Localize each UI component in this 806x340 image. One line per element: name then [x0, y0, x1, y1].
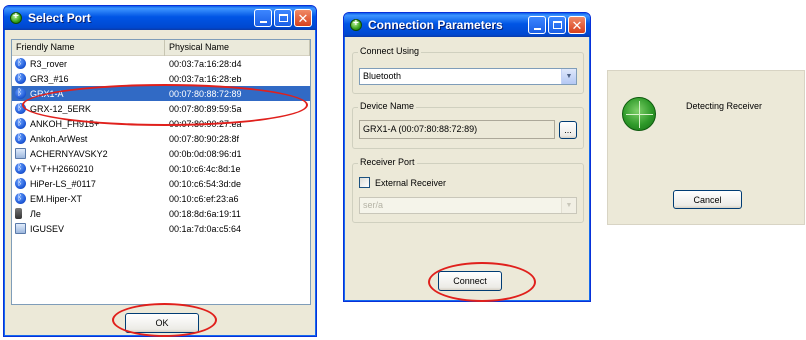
bluetooth-icon: [15, 88, 26, 99]
friendly-name-text: ACHERNYAVSKY2: [30, 148, 108, 159]
bluetooth-icon: [15, 178, 26, 189]
physical-name-cell: 00:03:7a:16:28:d4: [168, 58, 242, 69]
table-row[interactable]: Ankoh.ArWest 00:07:80:90:28:8f: [12, 131, 310, 146]
friendly-name-cell: ACHERNYAVSKY2: [12, 148, 165, 159]
chevron-down-icon: ▼: [561, 198, 576, 213]
port-list[interactable]: Friendly Name Physical Name R3_rover 00:0…: [11, 39, 311, 305]
physical-name-cell: 00:18:8d:6a:19:11: [168, 208, 241, 219]
friendly-name-cell: GR3_#16: [12, 73, 165, 84]
app-icon: [10, 11, 22, 24]
bluetooth-icon: [15, 73, 26, 84]
friendly-name-cell: V+T+H2660210: [12, 163, 165, 174]
friendly-name-cell: IGUSEV: [12, 223, 165, 234]
receiver-port-select: ser/a ▼: [359, 197, 577, 214]
close-icon: ✕: [571, 17, 583, 33]
table-row[interactable]: V+T+H2660210 00:10:c6:4c:8d:1e: [12, 161, 310, 176]
maximize-button[interactable]: [548, 16, 566, 34]
select-port-window: Select Port ✕ Friendly Name Physical Nam…: [3, 5, 317, 337]
checkbox-box[interactable]: [359, 177, 370, 188]
table-row[interactable]: ACHERNYAVSKY2 00:0b:0d:08:96:d1: [12, 146, 310, 161]
friendly-name-cell: Лe: [12, 208, 165, 219]
table-row[interactable]: IGUSEV 00:1a:7d:0a:c5:64: [12, 221, 310, 236]
phone-icon: [15, 208, 22, 219]
physical-name-cell: 00:10:c6:4c:8d:1e: [168, 163, 241, 174]
physical-name-cell: 00:0b:0d:08:96:d1: [168, 148, 242, 159]
window-title: Connection Parameters: [368, 18, 503, 32]
window-title: Select Port: [28, 11, 91, 25]
physical-name-cell: 00:1a:7d:0a:c5:64: [168, 223, 242, 234]
column-header-physical-name[interactable]: Physical Name: [165, 40, 310, 56]
bluetooth-icon: [15, 163, 26, 174]
computer-icon: [15, 223, 26, 234]
receiver-port-value: ser/a: [363, 200, 384, 210]
receiver-icon: [622, 97, 656, 131]
friendly-name-text: GR3_#16: [30, 73, 69, 84]
list-header: Friendly Name Physical Name: [12, 40, 310, 56]
bluetooth-icon: [15, 193, 26, 204]
physical-name-cell: 00:03:7a:16:28:eb: [168, 73, 242, 84]
highlight-selected-row: [22, 84, 308, 126]
maximize-icon: [278, 14, 288, 22]
maximize-icon: [552, 21, 562, 29]
detecting-receiver-text: Detecting Receiver: [686, 101, 763, 111]
friendly-name-text: V+T+H2660210: [30, 163, 94, 174]
device-name-field[interactable]: GRX1-A (00:07:80:88:72:89): [359, 120, 555, 139]
bluetooth-icon: [15, 118, 26, 129]
friendly-name-text: EM.Hiper-XT: [30, 193, 83, 204]
friendly-name-text: IGUSEV: [30, 223, 65, 234]
bluetooth-icon: [15, 58, 26, 69]
computer-icon: [15, 148, 26, 159]
external-receiver-checkbox[interactable]: External Receiver: [359, 177, 446, 188]
connect-using-value: Bluetooth: [363, 71, 402, 81]
physical-name-cell: 00:07:80:90:28:8f: [168, 133, 240, 144]
connection-parameters-window: Connection Parameters ✕ Connect Using Bl…: [343, 12, 591, 302]
friendly-name-cell: Ankoh.ArWest: [12, 133, 165, 144]
close-icon: ✕: [297, 10, 309, 26]
table-row[interactable]: R3_rover 00:03:7a:16:28:d4: [12, 56, 310, 71]
receiver-port-label: Receiver Port: [358, 157, 417, 167]
minimize-icon: [259, 21, 267, 23]
highlight-connect-button: [428, 262, 536, 302]
minimize-button[interactable]: [528, 16, 546, 34]
close-button[interactable]: ✕: [294, 9, 312, 27]
friendly-name-cell: EM.Hiper-XT: [12, 193, 165, 204]
cancel-button[interactable]: Cancel: [673, 190, 742, 209]
close-button[interactable]: ✕: [568, 16, 586, 34]
bluetooth-icon: [15, 133, 26, 144]
chevron-down-icon[interactable]: ▼: [561, 69, 576, 84]
title-bar[interactable]: Connection Parameters ✕: [344, 13, 590, 37]
friendly-name-cell: HiPer-LS_#0117: [12, 178, 165, 189]
minimize-icon: [533, 28, 541, 30]
minimize-button[interactable]: [254, 9, 272, 27]
physical-name-cell: 00:10:c6:54:3d:de: [168, 178, 242, 189]
connect-using-label: Connect Using: [358, 46, 422, 56]
app-icon: [350, 18, 362, 31]
detecting-receiver-panel: Detecting Receiver Cancel: [607, 70, 805, 225]
table-row[interactable]: EM.Hiper-XT 00:10:c6:ef:23:a6: [12, 191, 310, 206]
maximize-button[interactable]: [274, 9, 292, 27]
device-name-group: Device Name GRX1-A (00:07:80:88:72:89) .…: [352, 101, 584, 149]
friendly-name-text: R3_rover: [30, 58, 68, 69]
column-header-friendly-name[interactable]: Friendly Name: [12, 40, 165, 56]
external-receiver-label: External Receiver: [375, 177, 447, 188]
friendly-name-text: Ankoh.ArWest: [30, 133, 88, 144]
list-rows: R3_rover 00:03:7a:16:28:d4 GR3_#16 00:03:7a…: [12, 56, 310, 236]
physical-name-cell: 00:10:c6:ef:23:a6: [168, 193, 239, 204]
table-row[interactable]: Лe 00:18:8d:6a:19:11: [12, 206, 310, 221]
table-row[interactable]: HiPer-LS_#0117 00:10:c6:54:3d:de: [12, 176, 310, 191]
friendly-name-text: HiPer-LS_#0117: [30, 178, 96, 189]
connect-using-select[interactable]: Bluetooth ▼: [359, 68, 577, 85]
device-name-label: Device Name: [358, 101, 417, 111]
friendly-name-text: Лe: [30, 208, 41, 219]
highlight-ok-button: [112, 303, 217, 337]
title-bar[interactable]: Select Port ✕: [4, 6, 316, 30]
friendly-name-cell: R3_rover: [12, 58, 165, 69]
receiver-port-group: Receiver Port External Receiver ser/a ▼: [352, 157, 584, 223]
browse-button[interactable]: ...: [559, 121, 577, 139]
connect-using-group: Connect Using Bluetooth ▼: [352, 46, 584, 94]
